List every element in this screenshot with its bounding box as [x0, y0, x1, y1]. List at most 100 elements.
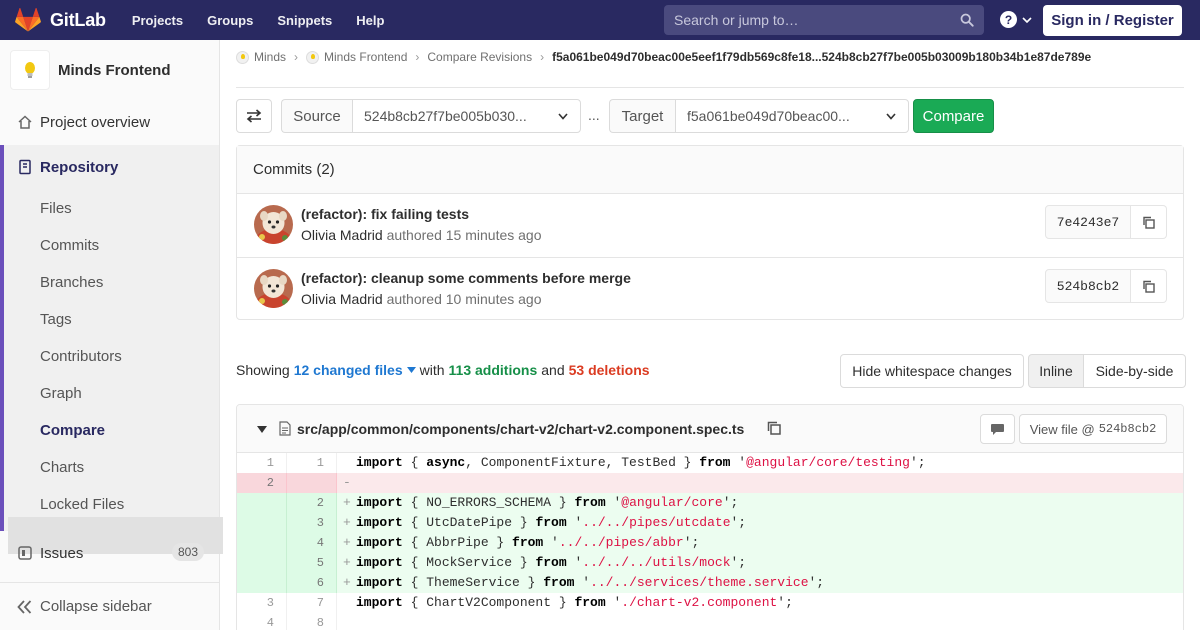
breadcrumb-item-compare[interactable]: Compare Revisions: [427, 50, 532, 64]
project-header[interactable]: Minds Frontend: [0, 40, 219, 100]
sidebar-item-project-overview[interactable]: Project overview: [0, 112, 219, 132]
diff-line-add: 2 + import { NO_ERRORS_SCHEMA } from '@ang…: [237, 493, 1183, 513]
range-separator: ...: [588, 107, 600, 123]
search-input[interactable]: Search or jump to…: [664, 5, 984, 35]
sidebar-item-repository[interactable]: Repository: [0, 157, 219, 177]
code-content: import { async, ComponentFixture, TestBe…: [356, 455, 926, 470]
diff-line-add: 5 + import { MockService } from '../../../…: [237, 553, 1183, 573]
sidebar-label: Project overview: [40, 113, 151, 131]
commits-header: Commits (2): [237, 146, 1183, 194]
nav-projects-link[interactable]: Projects: [132, 13, 183, 28]
commit-title-link[interactable]: (refactor): cleanup some comments before…: [301, 270, 631, 286]
new-line-number[interactable]: 3: [287, 513, 337, 533]
diff-line-add: 4 + import { AbbrPipe } from '../../pipes/…: [237, 533, 1183, 553]
old-line-number[interactable]: 2: [237, 473, 287, 493]
diff-marker: +: [343, 515, 351, 530]
repository-section: [0, 145, 223, 554]
sidebar-item-issues[interactable]: Issues 803: [0, 543, 219, 563]
commit-time: 10 minutes ago: [445, 291, 542, 307]
file-path-link[interactable]: src/app/common/components/chart-v2/chart…: [297, 421, 744, 437]
old-line-number[interactable]: [237, 553, 287, 573]
new-line-number[interactable]: 5: [287, 553, 337, 573]
diff-view-toggle: Inline Side-by-side: [1028, 354, 1186, 388]
new-line-number[interactable]: 7: [287, 593, 337, 613]
breadcrumb-item-project[interactable]: Minds Frontend: [306, 50, 407, 64]
stats-showing: Showing: [236, 362, 290, 378]
new-line-number[interactable]: [287, 473, 337, 493]
new-line-number[interactable]: 6: [287, 573, 337, 593]
code-content: import { ChartV2Component } from './char…: [356, 595, 793, 610]
sidebar-item-locked-files[interactable]: Locked Files: [40, 496, 124, 513]
target-label: Target: [609, 99, 675, 133]
project-avatar: [10, 50, 50, 90]
gitlab-home-link[interactable]: GitLab: [15, 0, 106, 40]
copy-sha-button[interactable]: [1131, 269, 1167, 303]
sign-in-button[interactable]: Sign in / Register: [1043, 5, 1182, 36]
changed-files-dropdown[interactable]: 12 changed files: [294, 362, 403, 378]
commit-time: 15 minutes ago: [445, 227, 542, 243]
new-line-number[interactable]: 8: [287, 613, 337, 630]
sidebar-item-charts[interactable]: Charts: [40, 459, 84, 476]
new-line-number[interactable]: 4: [287, 533, 337, 553]
diff-marker: +: [343, 535, 351, 550]
old-line-number[interactable]: 4: [237, 613, 287, 630]
collapse-sidebar-button[interactable]: Collapse sidebar: [0, 582, 219, 630]
sidebar-item-contributors[interactable]: Contributors: [40, 348, 122, 365]
old-line-number[interactable]: [237, 573, 287, 593]
nav-links: Projects Groups Snippets Help: [132, 13, 409, 28]
question-icon: ?: [1000, 11, 1017, 28]
old-line-number[interactable]: [237, 493, 287, 513]
old-line-number[interactable]: 1: [237, 453, 287, 473]
caret-down-icon[interactable]: [257, 426, 267, 433]
commit-author-link[interactable]: Olivia Madrid: [301, 291, 383, 307]
sidebar-item-branches[interactable]: Branches: [40, 274, 103, 291]
author-avatar[interactable]: [254, 205, 293, 244]
copy-icon[interactable]: [766, 420, 782, 436]
new-line-number[interactable]: 2: [287, 493, 337, 513]
diff-line-context: 1 1 import { async, ComponentFixture, Test…: [237, 453, 1183, 473]
nav-snippets-link[interactable]: Snippets: [277, 13, 332, 28]
commit-sha-link[interactable]: 7e4243e7: [1045, 205, 1131, 239]
search-icon: [960, 13, 974, 27]
author-avatar[interactable]: [254, 269, 293, 308]
file-icon: [279, 421, 291, 436]
commit-sha-link[interactable]: 524b8cb2: [1045, 269, 1131, 303]
old-line-number[interactable]: [237, 513, 287, 533]
help-dropdown[interactable]: ?: [1000, 11, 1032, 28]
diff-marker: -: [343, 475, 351, 490]
commit-author-link[interactable]: Olivia Madrid: [301, 227, 383, 243]
issues-count-badge: 803: [172, 543, 205, 561]
target-revision-dropdown[interactable]: f5a061be049d70beac00...: [675, 99, 909, 133]
code-content: import { AbbrPipe } from '../../pipes/ab…: [356, 535, 700, 550]
nav-help-link[interactable]: Help: [356, 13, 384, 28]
copy-sha-button[interactable]: [1131, 205, 1167, 239]
top-navbar: GitLab Projects Groups Snippets Help Sea…: [0, 0, 1200, 40]
sidebar-label: Issues: [40, 544, 84, 562]
old-line-number[interactable]: 3: [237, 593, 287, 613]
nav-groups-link[interactable]: Groups: [207, 13, 253, 28]
sidebar-item-tags[interactable]: Tags: [40, 311, 72, 328]
old-line-number[interactable]: [237, 533, 287, 553]
sidebar-item-files[interactable]: Files: [40, 200, 72, 217]
toggle-comments-button[interactable]: [980, 414, 1015, 444]
diff-file-panel: src/app/common/components/chart-v2/chart…: [236, 404, 1184, 630]
new-line-number[interactable]: 1: [287, 453, 337, 473]
source-revision-dropdown[interactable]: 524b8cb27f7be005b030...: [352, 99, 581, 133]
hide-whitespace-button[interactable]: Hide whitespace changes: [840, 354, 1024, 388]
sidebar-item-commits[interactable]: Commits: [40, 237, 99, 254]
collapse-sidebar-label: Collapse sidebar: [40, 598, 152, 615]
issues-icon: [18, 546, 32, 560]
inline-view-button[interactable]: Inline: [1028, 354, 1084, 388]
swap-revisions-button[interactable]: [236, 99, 272, 133]
commit-row: (refactor): cleanup some comments before…: [237, 257, 1183, 320]
sidebar-item-graph[interactable]: Graph: [40, 385, 82, 402]
sidebar-item-compare[interactable]: Compare: [40, 422, 105, 439]
source-revision-group: Source 524b8cb27f7be005b030...: [281, 99, 581, 133]
commit-title-link[interactable]: (refactor): fix failing tests: [301, 206, 469, 222]
breadcrumb-item-minds[interactable]: Minds: [236, 50, 286, 64]
diff-line-add: 6 + import { ThemeService } from '../../se…: [237, 573, 1183, 593]
chevron-right-icon: ›: [294, 50, 299, 64]
side-by-side-view-button[interactable]: Side-by-side: [1084, 354, 1186, 388]
compare-button[interactable]: Compare: [913, 99, 994, 133]
view-file-button[interactable]: View file @ 524b8cb2: [1019, 414, 1167, 444]
